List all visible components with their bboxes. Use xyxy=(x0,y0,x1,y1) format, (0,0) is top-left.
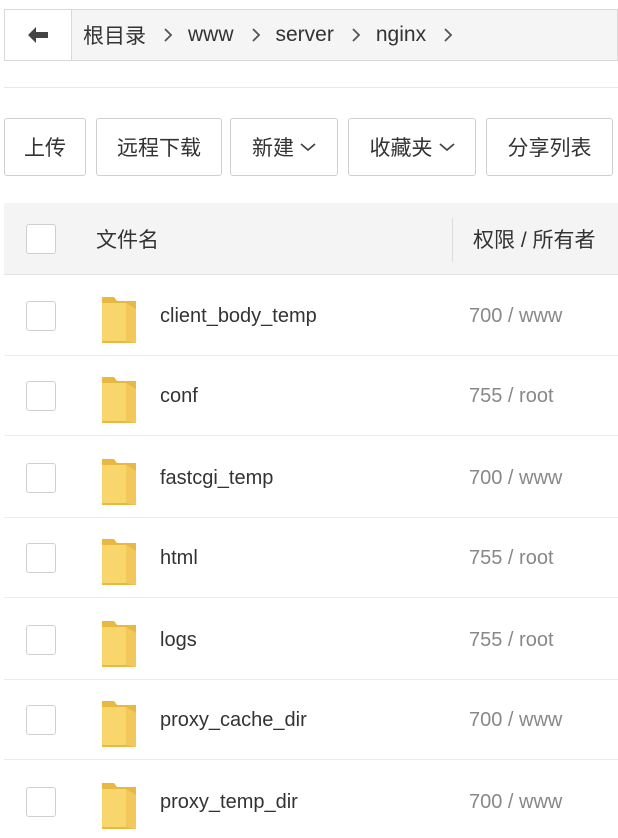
folder-icon xyxy=(102,783,136,829)
chevron-right-icon xyxy=(351,27,361,43)
file-permission[interactable]: 700 / www xyxy=(469,276,562,356)
breadcrumb-server[interactable]: server xyxy=(276,23,334,47)
back-button[interactable] xyxy=(5,10,72,60)
folder-icon xyxy=(102,297,136,343)
file-name[interactable]: logs xyxy=(160,600,197,680)
arrow-left-icon xyxy=(28,27,48,43)
chevron-right-icon xyxy=(163,27,173,43)
row-checkbox[interactable] xyxy=(26,463,56,493)
chevron-down-icon xyxy=(438,142,455,152)
table-row[interactable]: client_body_temp 700 / www xyxy=(4,276,618,356)
remote-download-button[interactable]: 远程下载 xyxy=(96,118,222,176)
table-row[interactable]: proxy_cache_dir 700 / www xyxy=(4,680,618,760)
row-checkbox[interactable] xyxy=(26,625,56,655)
row-checkbox[interactable] xyxy=(26,381,56,411)
table-row[interactable]: fastcgi_temp 700 / www xyxy=(4,438,618,518)
select-all-checkbox[interactable] xyxy=(26,224,56,254)
share-list-label: 分享列表 xyxy=(507,137,592,160)
row-checkbox[interactable] xyxy=(26,705,56,735)
row-checkbox[interactable] xyxy=(26,787,56,817)
new-label: 新建 xyxy=(252,137,294,160)
column-divider[interactable] xyxy=(452,218,453,262)
row-checkbox[interactable] xyxy=(26,543,56,573)
breadcrumb-root[interactable]: 根目录 xyxy=(83,20,146,50)
file-name[interactable]: client_body_temp xyxy=(160,276,317,356)
table-row[interactable]: html 755 / root xyxy=(4,518,618,598)
file-name[interactable]: conf xyxy=(160,356,198,436)
table-header: 文件名 权限 / 所有者 xyxy=(4,203,618,275)
chevron-right-icon xyxy=(251,27,261,43)
divider xyxy=(4,87,618,88)
table-row[interactable]: conf 755 / root xyxy=(4,356,618,436)
folder-icon xyxy=(102,459,136,505)
file-permission[interactable]: 700 / www xyxy=(469,438,562,518)
chevron-right-icon[interactable] xyxy=(443,27,453,43)
upload-button[interactable]: 上传 xyxy=(4,118,86,176)
row-checkbox[interactable] xyxy=(26,301,56,331)
file-name[interactable]: fastcgi_temp xyxy=(160,438,273,518)
folder-icon xyxy=(102,701,136,747)
breadcrumb: 根目录 www server nginx xyxy=(83,10,468,60)
path-bar: 根目录 www server nginx xyxy=(4,9,618,61)
folder-icon xyxy=(102,377,136,423)
share-list-button[interactable]: 分享列表 xyxy=(486,118,613,176)
chevron-down-icon xyxy=(300,142,316,152)
column-header-permission[interactable]: 权限 / 所有者 xyxy=(473,203,596,275)
file-permission[interactable]: 755 / root xyxy=(469,356,554,436)
breadcrumb-www[interactable]: www xyxy=(188,23,234,47)
table-row[interactable]: logs 755 / root xyxy=(4,600,618,680)
file-name[interactable]: proxy_cache_dir xyxy=(160,680,307,760)
folder-icon xyxy=(102,621,136,667)
file-name[interactable]: html xyxy=(160,518,198,598)
remote-download-label: 远程下载 xyxy=(117,137,201,160)
column-header-name[interactable]: 文件名 xyxy=(96,203,159,275)
file-permission[interactable]: 755 / root xyxy=(469,518,554,598)
folder-icon xyxy=(102,539,136,585)
breadcrumb-nginx[interactable]: nginx xyxy=(376,23,426,47)
file-permission[interactable]: 700 / www xyxy=(469,680,562,760)
file-manager: 根目录 www server nginx 上传 远程下载 新建 收藏夹 分享列表… xyxy=(0,0,618,838)
upload-label: 上传 xyxy=(24,137,66,160)
favorites-label: 收藏夹 xyxy=(369,137,433,160)
file-permission[interactable]: 755 / root xyxy=(469,600,554,680)
table-row[interactable]: proxy_temp_dir 700 / www xyxy=(4,762,618,838)
file-permission[interactable]: 700 / www xyxy=(469,762,562,838)
file-name[interactable]: proxy_temp_dir xyxy=(160,762,298,838)
new-dropdown-button[interactable]: 新建 xyxy=(230,118,338,176)
favorites-dropdown-button[interactable]: 收藏夹 xyxy=(348,118,476,176)
